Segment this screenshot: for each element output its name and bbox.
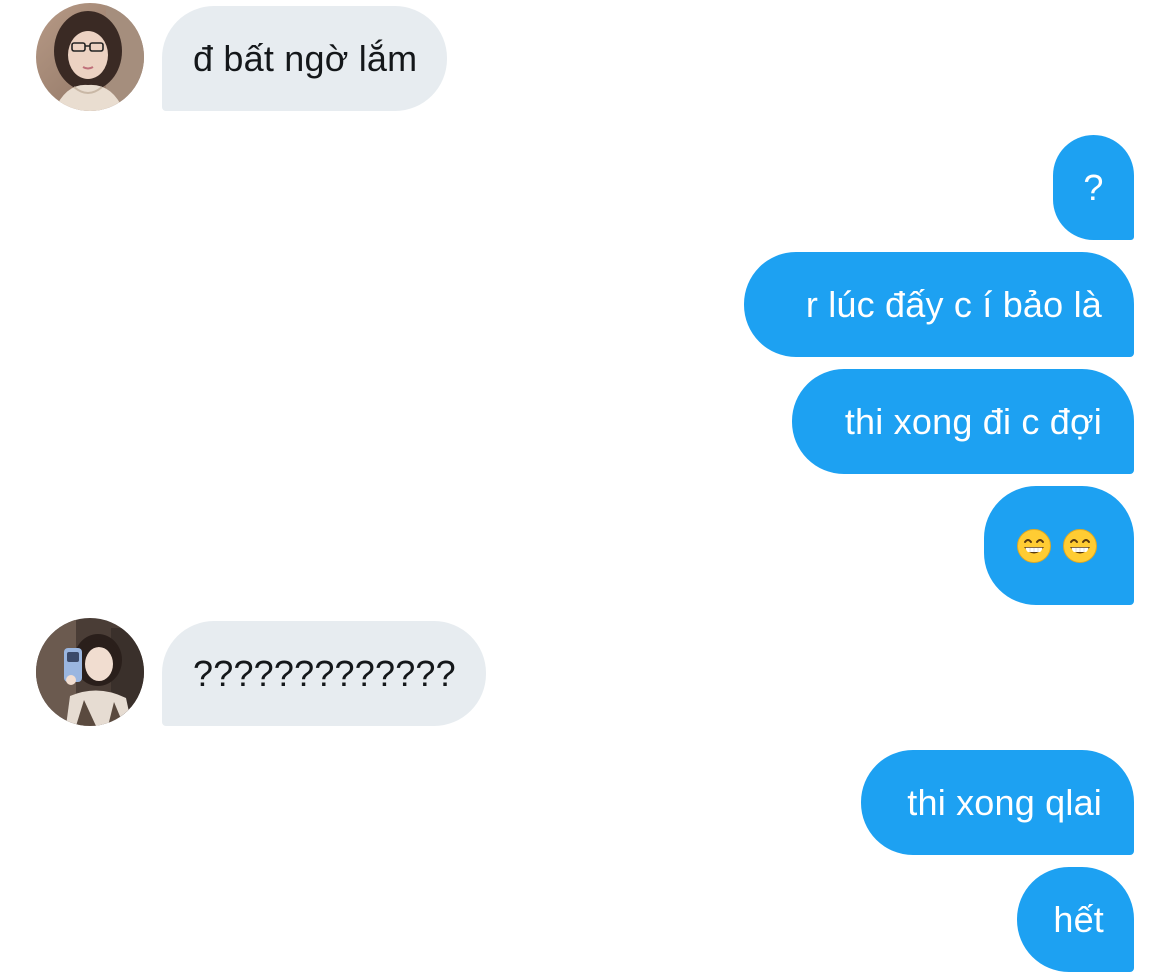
message-text: hết (1053, 898, 1104, 940)
message-text: thi xong đi c đợi (844, 400, 1102, 442)
message-bubble-outgoing[interactable]: thi xong qlai (861, 750, 1134, 855)
message-bubble-incoming[interactable]: ????????????? (162, 621, 486, 726)
message-bubble-incoming[interactable]: đ bất ngờ lắm (162, 6, 448, 111)
message-text: đ bất ngờ lắm (193, 37, 418, 79)
grinning-face-with-smiling-eyes-icon (1062, 528, 1098, 564)
sender-avatar[interactable] (36, 3, 144, 111)
message-text: r lúc đấy c í bảo là (805, 283, 1102, 325)
message-bubble-outgoing[interactable]: r lúc đấy c í bảo là (744, 252, 1134, 357)
sender-avatar[interactable] (36, 618, 144, 726)
grinning-face-with-smiling-eyes-icon (1016, 528, 1052, 564)
message-text: ? (1083, 166, 1104, 208)
message-bubble-outgoing[interactable]: ? (1053, 135, 1134, 240)
message-bubble-outgoing[interactable]: thi xong đi c đợi (792, 369, 1134, 474)
message-text: ????????????? (193, 652, 456, 694)
message-text: thi xong qlai (907, 781, 1102, 823)
message-bubble-outgoing[interactable]: hết (1017, 867, 1134, 972)
message-bubble-outgoing[interactable] (984, 486, 1134, 605)
